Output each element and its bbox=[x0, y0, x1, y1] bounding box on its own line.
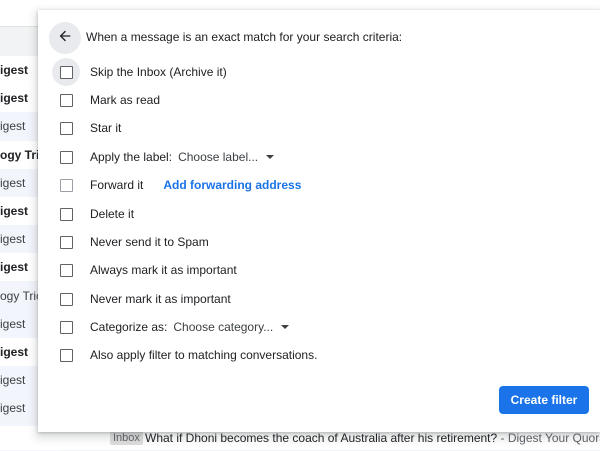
checkbox-forward[interactable] bbox=[52, 171, 80, 199]
option-label: Star it bbox=[90, 121, 122, 135]
option-label: Apply the label: bbox=[90, 150, 173, 164]
option-star[interactable]: Star it bbox=[58, 118, 578, 138]
checkbox-box bbox=[59, 263, 73, 277]
checkbox-box bbox=[59, 292, 73, 306]
caret-down-icon bbox=[266, 155, 275, 159]
label-dropdown-value: Choose label... bbox=[178, 150, 259, 164]
option-always-important[interactable]: Always mark it as important bbox=[58, 260, 578, 280]
checkbox-box bbox=[59, 150, 73, 164]
option-apply-matching[interactable]: Also apply filter to matching conversati… bbox=[58, 345, 578, 365]
option-label: Categorize as: bbox=[90, 320, 168, 334]
option-label: Delete it bbox=[90, 207, 135, 221]
checkbox-box bbox=[59, 235, 73, 249]
add-forwarding-address-link[interactable]: Add forwarding address bbox=[163, 178, 301, 192]
option-mark-read[interactable]: Mark as read bbox=[58, 90, 578, 110]
checkbox-delete[interactable] bbox=[52, 200, 80, 228]
option-label: Never send it to Spam bbox=[90, 235, 209, 249]
label-dropdown[interactable]: Choose label... bbox=[178, 150, 275, 164]
option-label: Mark as read bbox=[90, 93, 161, 107]
checkbox-skip-inbox[interactable] bbox=[52, 58, 80, 86]
checkbox-box bbox=[59, 121, 73, 135]
option-label: Always mark it as important bbox=[90, 263, 237, 277]
category-dropdown[interactable]: Choose category... bbox=[173, 320, 290, 334]
option-label: Also apply filter to matching conversati… bbox=[90, 348, 318, 362]
checkbox-never-spam[interactable] bbox=[52, 228, 80, 256]
option-skip-inbox[interactable]: Skip the Inbox (Archive it) bbox=[52, 58, 578, 86]
caret-down-icon bbox=[281, 325, 290, 329]
email-snippet: - Digest Your Quora Dig bbox=[500, 431, 600, 445]
option-never-important[interactable]: Never mark it as important bbox=[58, 289, 578, 309]
option-label: Skip the Inbox (Archive it) bbox=[90, 65, 227, 79]
checkbox-box bbox=[59, 348, 73, 362]
checkbox-box bbox=[59, 207, 73, 221]
option-never-spam[interactable]: Never send it to Spam bbox=[58, 232, 578, 252]
option-delete[interactable]: Delete it bbox=[58, 204, 578, 224]
checkbox-box bbox=[59, 320, 73, 334]
category-dropdown-value: Choose category... bbox=[173, 320, 274, 334]
arrow-left-icon bbox=[57, 28, 73, 49]
checkbox-apply-matching[interactable] bbox=[52, 341, 80, 369]
back-button[interactable] bbox=[49, 22, 81, 54]
option-forward[interactable]: Forward it Add forwarding address bbox=[58, 175, 578, 195]
create-filter-button[interactable]: Create filter bbox=[499, 386, 589, 414]
option-apply-label[interactable]: Apply the label: Choose label... bbox=[58, 147, 578, 167]
option-label: Forward it bbox=[90, 178, 144, 192]
checkbox-box bbox=[59, 178, 73, 192]
create-filter-dialog: When a message is an exact match for you… bbox=[38, 10, 600, 432]
dialog-header: When a message is an exact match for you… bbox=[86, 30, 403, 44]
checkbox-apply-label[interactable] bbox=[52, 143, 80, 171]
option-label: Never mark it as important bbox=[90, 292, 231, 306]
checkbox-box bbox=[59, 65, 73, 79]
checkbox-mark-read[interactable] bbox=[52, 86, 80, 114]
email-subject-text: What if Dhoni becomes the coach of Austr… bbox=[145, 431, 498, 445]
option-categorize[interactable]: Categorize as: Choose category... bbox=[58, 317, 578, 337]
checkbox-box bbox=[59, 93, 73, 107]
checkbox-star[interactable] bbox=[52, 114, 80, 142]
checkbox-categorize[interactable] bbox=[52, 313, 80, 341]
checkbox-never-important[interactable] bbox=[52, 285, 80, 313]
inbox-badge: Inbox bbox=[110, 431, 143, 445]
checkbox-always-important[interactable] bbox=[52, 256, 80, 284]
